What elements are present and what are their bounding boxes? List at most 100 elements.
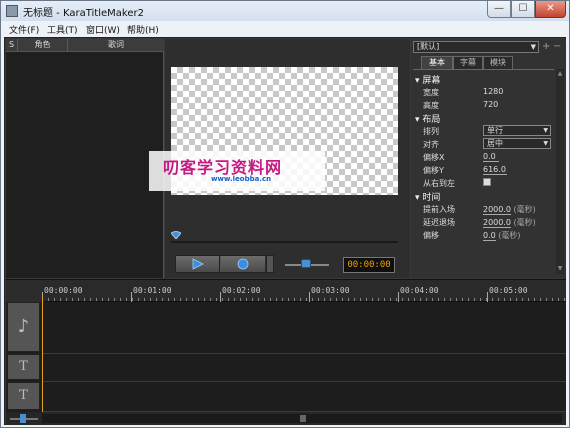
preset-value: [默认] — [417, 42, 440, 51]
section-screen[interactable]: ▾ 屏幕 — [415, 73, 440, 86]
ruler-tick-label: 00:04:00 — [400, 286, 439, 295]
text-track-header-2[interactable]: T — [7, 382, 40, 410]
time-offset-input[interactable]: 0.0 — [483, 231, 496, 241]
width-label: 宽度 — [423, 88, 439, 97]
ruler-major-tick — [131, 292, 132, 302]
timeline-panel: 00:00:00 00:01:00 00:02:00 00:03:00 00:0… — [6, 279, 566, 425]
playhead[interactable] — [42, 296, 43, 412]
zoom-slider-thumb[interactable] — [20, 414, 26, 423]
text-track-lane-2[interactable] — [42, 382, 566, 412]
text-track-icon: T — [19, 359, 28, 374]
audio-track-lane[interactable] — [42, 302, 566, 354]
app-window: 无标题 - KaraTitleMaker2 — ☐ ✕ 文件(F) 工具(T) … — [0, 0, 570, 428]
volume-slider-thumb[interactable] — [301, 259, 311, 268]
lyrics-panel[interactable]: S 角色 歌词 — [6, 39, 164, 278]
ruler-tick-label: 00:05:00 — [489, 286, 528, 295]
timeline-ruler[interactable]: 00:00:00 00:01:00 00:02:00 00:03:00 00:0… — [42, 280, 566, 302]
width-value[interactable]: 1280 — [483, 87, 503, 96]
align-label: 对齐 — [423, 140, 439, 149]
offset-y-input[interactable]: 616.0 — [483, 165, 507, 175]
add-preset-button[interactable]: + — [542, 41, 550, 52]
lyrics-table-header: S 角色 歌词 — [6, 39, 164, 52]
chevron-down-icon: ▼ — [530, 43, 536, 51]
ruler-major-tick — [398, 292, 399, 302]
transport-controls — [175, 255, 265, 273]
main-area: S 角色 歌词 00:00:00 [默认] ▼ + − 基本 字幕 模块 ▾ 屏… — [4, 37, 566, 425]
menu-tools[interactable]: 工具(T) — [47, 23, 78, 36]
ruler-tick-label: 00:02:00 — [222, 286, 261, 295]
rtl-label: 从右到左 — [423, 179, 455, 188]
pre-entry-field: 2000.0 (毫秒) — [483, 204, 536, 215]
scroll-down-icon[interactable]: ▼ — [556, 265, 564, 272]
height-label: 高度 — [423, 101, 439, 110]
menu-bar: 文件(F) 工具(T) 窗口(W) 帮助(H) — [1, 21, 569, 37]
timeline-footer — [6, 412, 566, 425]
delay-exit-input[interactable]: 2000.0 — [483, 218, 511, 228]
offset-x-label: 偏移X — [423, 153, 445, 162]
time-offset-label: 偏移 — [423, 231, 439, 240]
pre-entry-label: 提前入场 — [423, 205, 455, 214]
seek-thumb-icon[interactable] — [171, 231, 181, 239]
tab-subtitle[interactable]: 字幕 — [453, 56, 483, 69]
chevron-down-icon: ▼ — [543, 140, 548, 147]
height-value[interactable]: 720 — [483, 100, 498, 109]
properties-list: ▾ 屏幕 宽度 1280 高度 720 ▾ 布局 排列 单行 ▼ 对齐 居中 ▼… — [413, 69, 554, 274]
menu-file[interactable]: 文件(F) — [9, 23, 39, 36]
scroll-grip[interactable] — [300, 415, 306, 422]
column-header-status[interactable]: S — [6, 39, 18, 52]
tab-basic[interactable]: 基本 — [421, 56, 453, 69]
text-track-icon: T — [19, 388, 28, 403]
app-icon — [6, 5, 18, 17]
seek-bar[interactable] — [171, 241, 398, 243]
section-layout[interactable]: ▾ 布局 — [415, 112, 440, 125]
properties-panel: [默认] ▼ + − 基本 字幕 模块 ▾ 屏幕 宽度 1280 高度 720 … — [411, 39, 566, 278]
close-button[interactable]: ✕ — [535, 1, 566, 18]
ruler-tick-label: 00:01:00 — [133, 286, 172, 295]
transport-extra-button[interactable] — [266, 255, 274, 273]
play-button[interactable] — [176, 256, 220, 272]
time-offset-field: 0.0 (毫秒) — [483, 230, 521, 241]
ruler-tick-label: 00:03:00 — [311, 286, 350, 295]
minimize-button[interactable]: — — [487, 1, 511, 18]
window-title: 无标题 - KaraTitleMaker2 — [23, 8, 144, 19]
menu-window[interactable]: 窗口(W) — [86, 23, 120, 36]
title-bar[interactable]: 无标题 - KaraTitleMaker2 — ☐ ✕ — [1, 1, 569, 21]
properties-scrollbar[interactable]: ▲ ▼ — [556, 69, 564, 274]
tab-module[interactable]: 模块 — [483, 56, 513, 69]
record-icon — [237, 258, 249, 270]
column-header-role[interactable]: 角色 — [18, 39, 68, 52]
text-track-lane-1[interactable] — [42, 354, 566, 382]
delay-exit-unit: (毫秒) — [513, 218, 536, 227]
offset-x-input[interactable]: 0.0 — [483, 152, 499, 162]
timeline-hscrollbar[interactable] — [42, 414, 562, 423]
scroll-up-icon[interactable]: ▲ — [556, 70, 564, 77]
music-note-icon: ♪ — [17, 316, 30, 337]
watermark-banner: 叨客学习资料网 www.leobba.cn — [149, 151, 325, 191]
preset-dropdown[interactable]: [默认] ▼ — [413, 41, 539, 53]
ruler-major-tick — [309, 292, 310, 302]
delay-exit-label: 延迟退场 — [423, 218, 455, 227]
text-track-header-1[interactable]: T — [7, 354, 40, 380]
track-headers: ♪ T T — [6, 302, 42, 412]
pre-entry-unit: (毫秒) — [513, 205, 536, 214]
ruler-major-tick — [220, 292, 221, 302]
time-offset-unit: (毫秒) — [498, 231, 521, 240]
delay-exit-field: 2000.0 (毫秒) — [483, 217, 536, 228]
pre-entry-input[interactable]: 2000.0 — [483, 205, 511, 215]
column-header-lyrics[interactable]: 歌词 — [68, 39, 164, 52]
align-dropdown[interactable]: 居中 ▼ — [483, 138, 551, 149]
section-time[interactable]: ▾ 时间 — [415, 190, 440, 203]
offset-y-label: 偏移Y — [423, 166, 444, 175]
chevron-down-icon: ▼ — [543, 127, 548, 134]
rtl-checkbox[interactable] — [483, 178, 491, 186]
maximize-button[interactable]: ☐ — [511, 1, 535, 18]
arrange-dropdown[interactable]: 单行 ▼ — [483, 125, 551, 136]
arrange-label: 排列 — [423, 127, 439, 136]
audio-track-header[interactable]: ♪ — [7, 302, 40, 352]
ruler-tick-label: 00:00:00 — [44, 286, 83, 295]
record-button[interactable] — [221, 256, 265, 272]
menu-help[interactable]: 帮助(H) — [127, 23, 159, 36]
watermark-url: www.leobba.cn — [211, 175, 272, 183]
ruler-major-tick — [487, 292, 488, 302]
remove-preset-button[interactable]: − — [553, 41, 561, 52]
